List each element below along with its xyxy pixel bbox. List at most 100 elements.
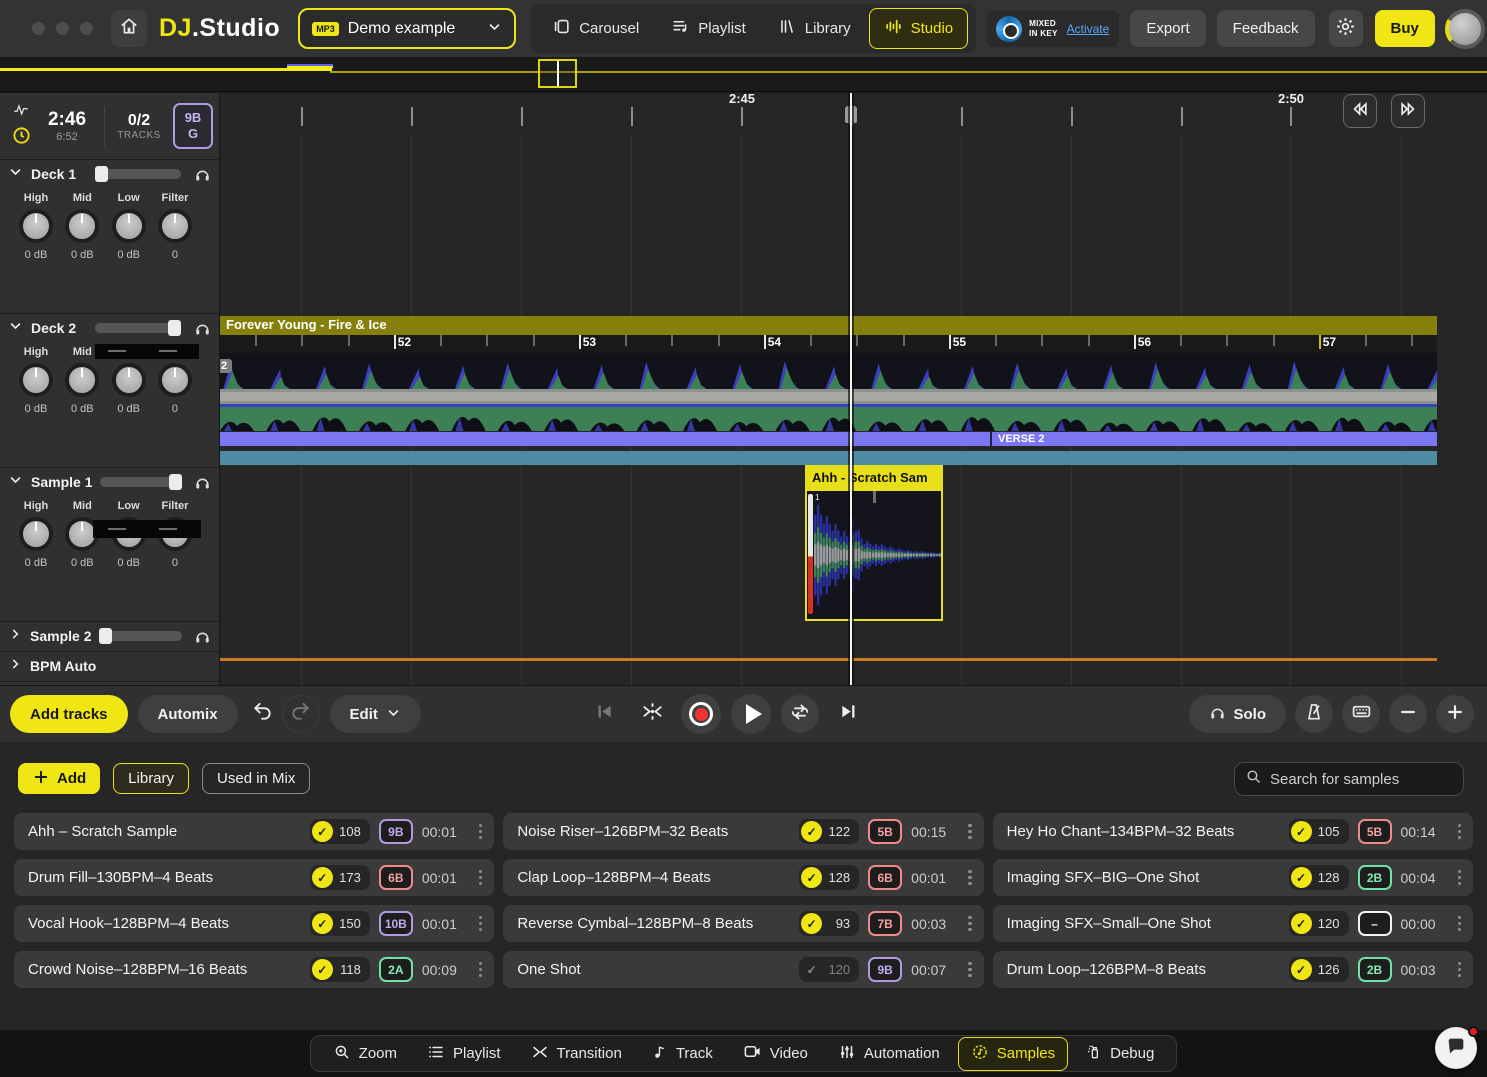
check-icon[interactable]: ✓: [801, 913, 822, 934]
sample-clip[interactable]: Ahh - Scratch Sam 1: [805, 465, 943, 621]
buy-button[interactable]: Buy: [1375, 10, 1435, 47]
high-knob[interactable]: [19, 363, 53, 397]
check-icon[interactable]: ✓: [1291, 959, 1312, 980]
clip-gain-handle[interactable]: [808, 494, 813, 614]
sample-row[interactable]: Hey Ho Chant–134BPM–32 Beats ✓ 105 5B 00…: [993, 813, 1473, 850]
solo-button[interactable]: Solo: [1189, 695, 1287, 733]
search-input[interactable]: [1270, 771, 1440, 788]
slider-handle[interactable]: [168, 320, 181, 336]
low-knob[interactable]: [112, 209, 146, 243]
nav-tab[interactable]: Carousel: [538, 9, 653, 48]
sample-clip-title[interactable]: Ahh - Scratch Sam: [807, 467, 941, 491]
slider-handle[interactable]: [99, 628, 112, 644]
song-section-bar[interactable]: VERSE 2: [220, 432, 1437, 446]
redo-button[interactable]: [282, 695, 320, 733]
chevron-down-icon[interactable]: [8, 472, 23, 492]
check-icon[interactable]: ✓: [1291, 821, 1312, 842]
headphone-cue-button[interactable]: [193, 166, 211, 183]
sample-row[interactable]: Noise Riser–126BPM–32 Beats ✓ 122 5B 00:…: [503, 813, 983, 850]
volume-slider[interactable]: [100, 477, 181, 487]
minimap[interactable]: [0, 57, 1487, 92]
dock-item[interactable]: Debug: [1074, 1039, 1166, 1069]
used-in-mix-filter-button[interactable]: Used in Mix: [202, 763, 310, 794]
chevron-right-icon[interactable]: [8, 627, 22, 646]
avatar[interactable]: [1445, 9, 1485, 49]
check-icon[interactable]: ✓: [1291, 913, 1312, 934]
low-knob[interactable]: [112, 363, 146, 397]
track-waveform[interactable]: 2: [220, 353, 1437, 431]
kebab-menu-icon[interactable]: [962, 866, 978, 890]
sample-row[interactable]: Ahh – Scratch Sample ✓ 108 9B 00:01: [14, 813, 494, 850]
chevron-right-icon[interactable]: [8, 657, 22, 676]
project-selector[interactable]: MP3 Demo example: [298, 8, 516, 49]
kebab-menu-icon[interactable]: [962, 958, 978, 982]
nav-tab[interactable]: Playlist: [657, 9, 760, 48]
kebab-menu-icon[interactable]: [1452, 866, 1468, 890]
dock-item[interactable]: Video: [731, 1037, 820, 1070]
split-button[interactable]: [633, 695, 671, 733]
skip-to-start-button[interactable]: [585, 695, 623, 733]
rewind-button[interactable]: [1343, 94, 1377, 128]
dock-item[interactable]: Transition: [519, 1038, 634, 1070]
kebab-menu-icon[interactable]: [1452, 912, 1468, 936]
mid-knob[interactable]: [65, 209, 99, 243]
record-button[interactable]: [681, 694, 721, 734]
zoom-out-button[interactable]: [1389, 695, 1427, 733]
headphone-cue-button[interactable]: [194, 628, 211, 645]
home-button[interactable]: [111, 10, 147, 47]
sample-row[interactable]: Clap Loop–128BPM–4 Beats ✓ 128 6B 00:01: [503, 859, 983, 896]
play-button[interactable]: [731, 694, 771, 734]
nav-tab[interactable]: Studio: [869, 8, 969, 49]
kebab-menu-icon[interactable]: [473, 912, 489, 936]
add-tracks-button[interactable]: Add tracks: [10, 695, 128, 733]
key-indicator-badge[interactable]: 9BG: [173, 103, 213, 149]
kebab-menu-icon[interactable]: [473, 958, 489, 982]
check-icon[interactable]: ✓: [801, 867, 822, 888]
add-sample-button[interactable]: Add: [18, 763, 100, 794]
volume-slider[interactable]: [95, 169, 181, 179]
filter-knob[interactable]: [158, 209, 192, 243]
volume-slider[interactable]: [95, 323, 181, 333]
volume-slider[interactable]: [99, 631, 181, 641]
check-icon[interactable]: ✓: [312, 959, 333, 980]
sample-row[interactable]: One Shot ✓ 120 9B 00:07: [503, 951, 983, 988]
filter-knob[interactable]: [158, 363, 192, 397]
kebab-menu-icon[interactable]: [962, 912, 978, 936]
track-title-bar[interactable]: Forever Young - Fire & Ice: [220, 316, 1437, 335]
bpm-automation-line[interactable]: [220, 658, 1437, 661]
kebab-menu-icon[interactable]: [962, 820, 978, 844]
check-icon[interactable]: ✓: [801, 959, 822, 980]
export-button[interactable]: Export: [1130, 10, 1205, 47]
fast-forward-button[interactable]: [1391, 94, 1425, 128]
sample-row[interactable]: Reverse Cymbal–128BPM–8 Beats ✓ 93 7B 00…: [503, 905, 983, 942]
keyboard-shortcuts-button[interactable]: [1342, 695, 1380, 733]
sample-row[interactable]: Crowd Noise–128BPM–16 Beats ✓ 118 2A 00:…: [14, 951, 494, 988]
sample-row[interactable]: Drum Loop–126BPM–8 Beats ✓ 126 2B 00:03: [993, 951, 1473, 988]
check-icon[interactable]: ✓: [1291, 867, 1312, 888]
mid-knob[interactable]: [65, 363, 99, 397]
dock-item[interactable]: Zoom: [321, 1038, 409, 1070]
sample-row[interactable]: Drum Fill–130BPM–4 Beats ✓ 173 6B 00:01: [14, 859, 494, 896]
clock-icon[interactable]: [12, 126, 31, 150]
window-controls[interactable]: [32, 22, 93, 35]
sample-row[interactable]: Vocal Hook–128BPM–4 Beats ✓ 150 10B 00:0…: [14, 905, 494, 942]
minimap-viewport-handle[interactable]: [538, 59, 577, 88]
check-icon[interactable]: ✓: [801, 821, 822, 842]
automix-button[interactable]: Automix: [138, 695, 238, 733]
activate-link[interactable]: Activate: [1067, 22, 1110, 36]
chevron-down-icon[interactable]: [8, 318, 23, 338]
playhead[interactable]: [848, 93, 854, 685]
kebab-menu-icon[interactable]: [473, 866, 489, 890]
headphone-cue-button[interactable]: [193, 320, 211, 337]
slider-handle[interactable]: [95, 166, 108, 182]
mixed-in-key-widget[interactable]: MIXEDIN KEY Activate: [986, 10, 1119, 47]
kebab-menu-icon[interactable]: [473, 820, 489, 844]
settings-button[interactable]: [1329, 10, 1363, 47]
high-knob[interactable]: [19, 517, 53, 551]
zoom-in-button[interactable]: [1436, 695, 1474, 733]
high-knob[interactable]: [19, 209, 53, 243]
nav-tab[interactable]: Library: [764, 9, 865, 48]
dock-item[interactable]: Automation: [826, 1038, 952, 1070]
library-filter-button[interactable]: Library: [113, 763, 189, 794]
check-icon[interactable]: ✓: [312, 821, 333, 842]
